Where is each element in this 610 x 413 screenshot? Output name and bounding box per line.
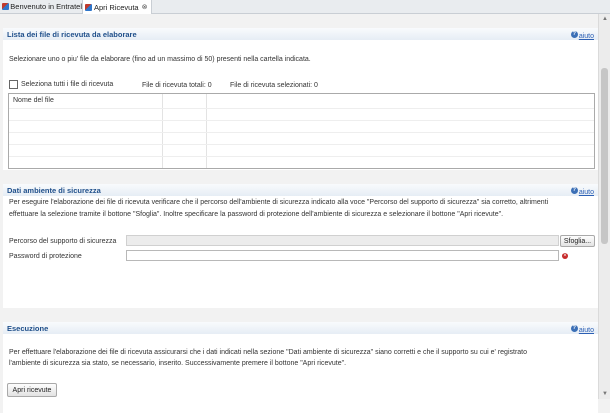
scrollbar-thumb[interactable]: [601, 68, 608, 244]
checkbox-label: Seleziona tutti i file di ricevuta: [21, 81, 114, 88]
password-field[interactable]: [126, 250, 559, 261]
section-description-line-1: Per eseguire l'elaborazione dei file di …: [9, 199, 549, 206]
table-row: [9, 156, 594, 157]
select-all-checkbox[interactable]: Seleziona tutti i file di ricevuta: [9, 80, 113, 89]
entratel-icon: [2, 3, 10, 10]
help-link-files[interactable]: ? aiuto: [570, 28, 594, 40]
table-row: [9, 108, 594, 109]
section-description: Selezionare uno o piu' file da elaborare…: [9, 56, 311, 63]
help-link-security[interactable]: ? aiuto: [570, 184, 594, 196]
browse-button[interactable]: Sfoglia...: [560, 235, 595, 247]
editor-content: Lista dei file di ricevuta da elaborare …: [0, 14, 598, 413]
section-file-list: Lista dei file di ricevuta da elaborare …: [3, 28, 598, 170]
security-path-label: Percorso del supporto di sicurezza: [9, 238, 117, 245]
open-receipts-button[interactable]: Apri ricevute: [7, 383, 57, 397]
help-icon: ?: [570, 186, 578, 194]
section-header: Lista dei file di ricevuta da elaborare …: [3, 28, 598, 40]
section-title: Lista dei file di ricevuta da elaborare: [7, 30, 137, 39]
tab-benvenuto[interactable]: Benvenuto in Entratel: [0, 0, 82, 13]
section-header: Dati ambiente di sicurezza ? aiuto: [3, 184, 598, 196]
section-title: Esecuzione: [7, 324, 49, 333]
help-link-execution[interactable]: ? aiuto: [570, 322, 594, 334]
table-row: [9, 144, 594, 145]
section-description-line-1: Per effettuare l'elaborazione dei file d…: [9, 349, 527, 356]
section-title: Dati ambiente di sicurezza: [7, 186, 101, 195]
table-row: [9, 120, 594, 121]
selected-files-count: File di ricevuta selezionati: 0: [230, 82, 318, 89]
section-header: Esecuzione ? aiuto: [3, 322, 598, 334]
section-execution: Esecuzione ? aiuto Per effettuare l'elab…: [3, 322, 598, 413]
help-icon: ?: [570, 324, 578, 332]
section-description-line-2: effettuare la selezione tramite il botto…: [9, 211, 504, 218]
section-security: Dati ambiente di sicurezza ? aiuto Per e…: [3, 184, 598, 308]
tab-label: Benvenuto in Entratel: [10, 2, 82, 11]
entratel-icon: [85, 3, 92, 11]
help-link-label: aiuto: [578, 32, 594, 40]
total-files-count: File di ricevuta totali: 0: [142, 82, 212, 89]
file-table[interactable]: Nome del file: [8, 93, 595, 169]
help-link-label: aiuto: [578, 188, 594, 196]
security-path-field: [126, 235, 559, 246]
editor-tab-bar: Benvenuto in Entratel Apri Ricevuta ⊗: [0, 0, 610, 14]
table-row: [9, 132, 594, 133]
error-icon: [562, 251, 568, 261]
scroll-up-icon[interactable]: ▲: [599, 14, 610, 24]
tab-apri-ricevuta[interactable]: Apri Ricevuta ⊗: [82, 0, 152, 14]
help-link-label: aiuto: [578, 326, 594, 334]
scroll-down-icon[interactable]: ▼: [599, 389, 610, 399]
checkbox-box[interactable]: [9, 80, 18, 89]
password-label: Password di protezione: [9, 253, 82, 260]
help-icon: ?: [570, 30, 578, 38]
close-icon[interactable]: ⊗: [142, 3, 148, 11]
vertical-scrollbar[interactable]: ▲ ▼: [598, 14, 610, 399]
column-header-filename: Nome del file: [13, 97, 54, 104]
tab-label: Apri Ricevuta: [94, 2, 139, 12]
section-description-line-2: l'ambiente di sicurezza sia stato, se ne…: [9, 360, 347, 367]
